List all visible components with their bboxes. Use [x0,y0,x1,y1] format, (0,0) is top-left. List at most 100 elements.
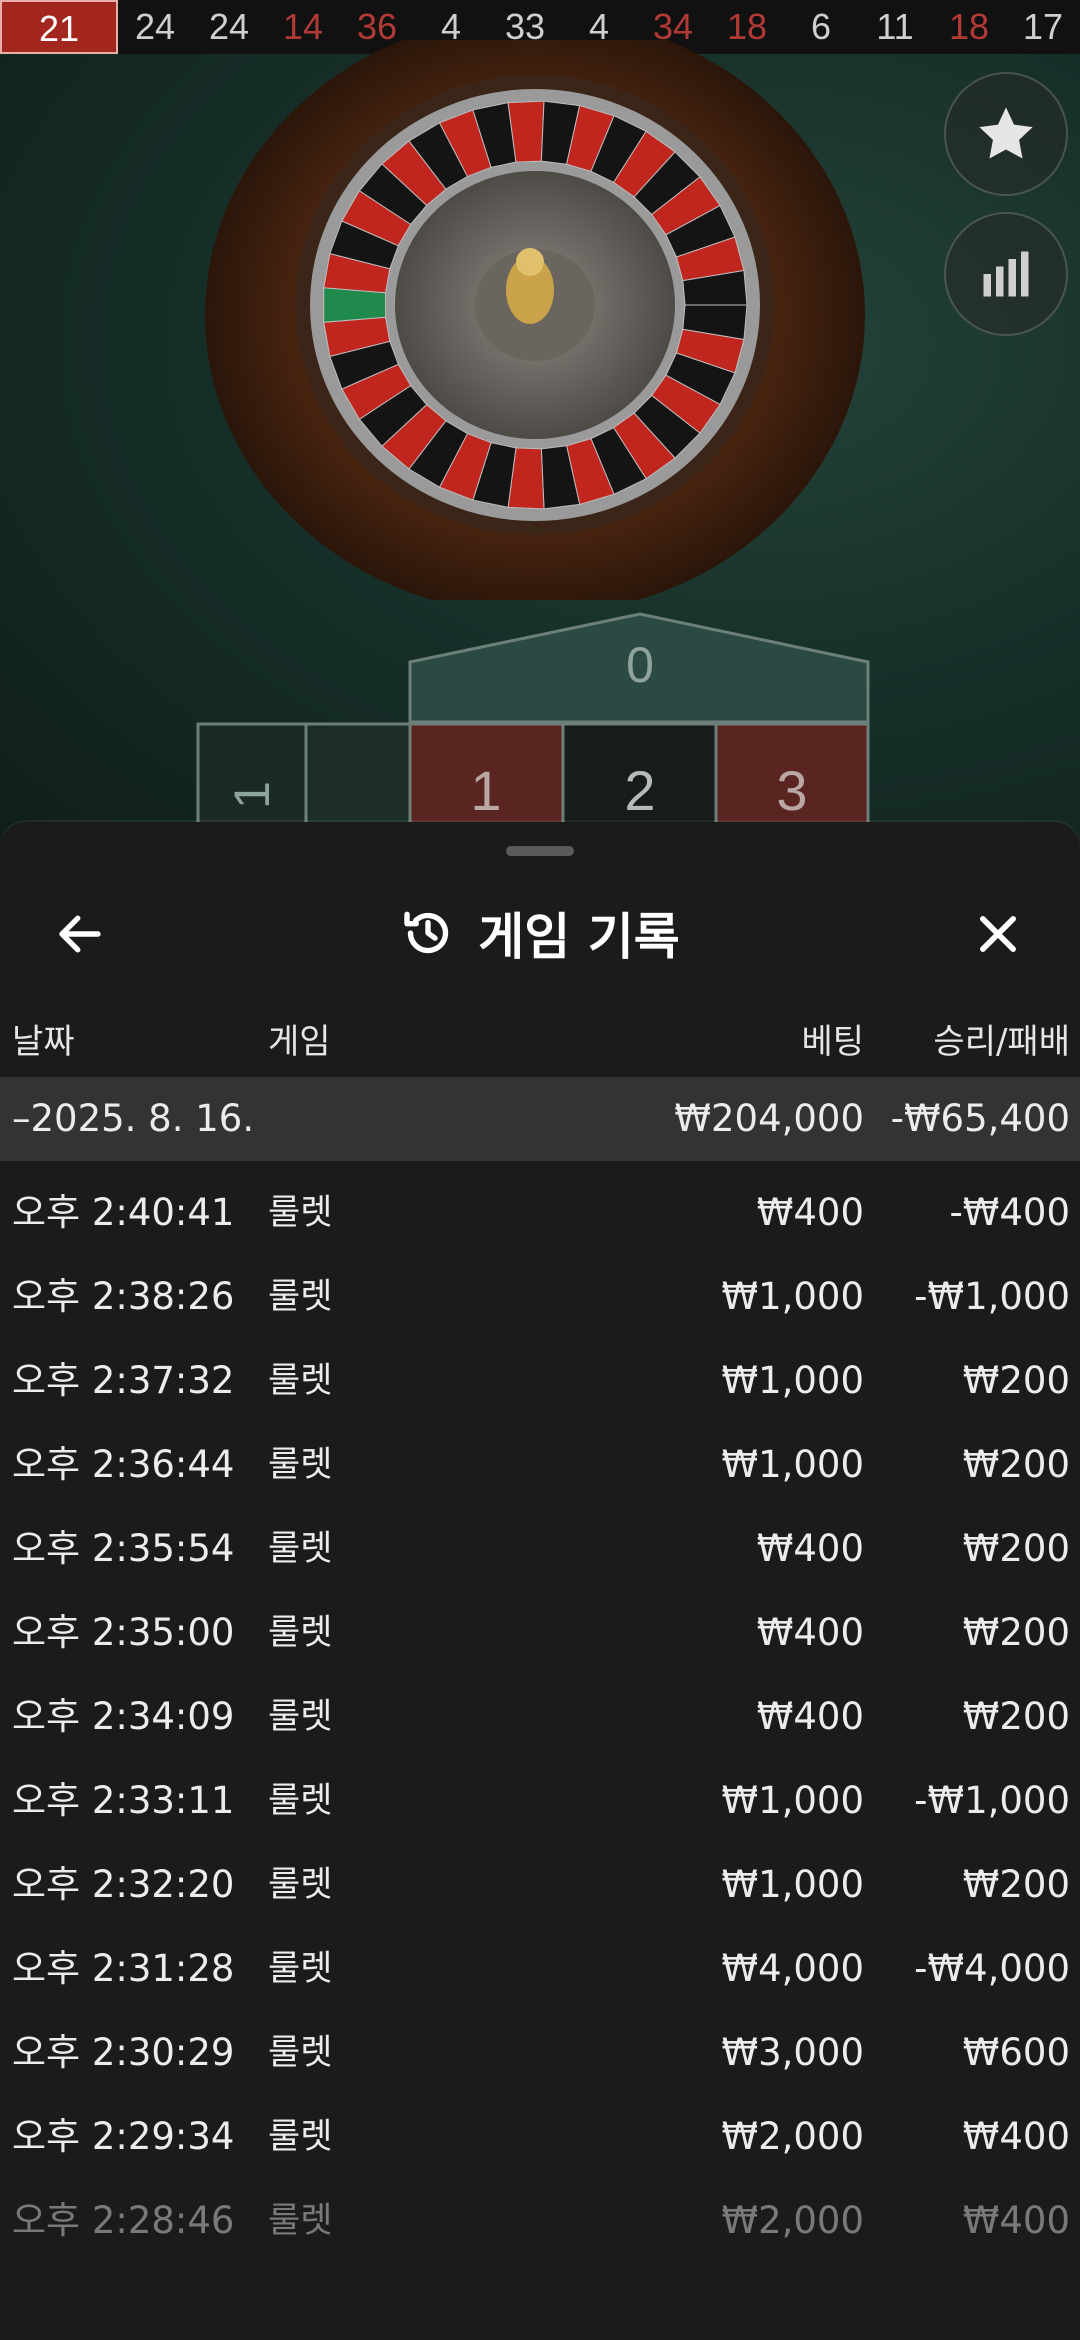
row-time: 오후 2:34:09 [12,1695,235,1738]
history-row[interactable]: 오후 2:35:54 룰렛 ₩400 ₩200 [0,1507,1080,1591]
result-number: 24 [134,6,176,47]
history-list: –2025. 8. 16. ₩204,000 -₩65,400 오후 2:40:… [0,1077,1080,2263]
row-bet: ₩400 [756,1527,864,1570]
row-game: 룰렛 [268,1613,333,1653]
table-cell-3: 3 [776,759,807,822]
table-left-partial: 1 [224,781,280,809]
row-winloss: -₩400 [949,1191,1070,1234]
close-icon [980,916,1016,952]
row-game: 룰렛 [268,1697,333,1737]
row-game: 룰렛 [268,1193,333,1233]
history-row[interactable]: 오후 2:36:44 룰렛 ₩1,000 ₩200 [0,1423,1080,1507]
row-time: 오후 2:30:29 [12,2031,235,2074]
history-table-header: 날짜 게임 베팅 승리/패배 [0,1002,1080,1082]
row-time: 오후 2:40:41 [12,1191,235,1234]
day-summary-row[interactable]: –2025. 8. 16. ₩204,000 -₩65,400 [0,1077,1080,1161]
sheet-title-group: 게임 기록 [0,878,1080,988]
row-bet: ₩4,000 [721,1947,864,1990]
sheet-drag-handle[interactable] [506,846,574,856]
row-game: 룰렛 [268,2033,333,2073]
result-number: 17 [1022,6,1064,47]
history-row[interactable]: 오후 2:38:26 룰렛 ₩1,000 -₩1,000 [0,1255,1080,1339]
close-button[interactable] [962,898,1034,970]
table-cell-2: 2 [624,759,655,822]
history-icon [404,911,449,954]
row-time: 오후 2:37:32 [12,1359,235,1402]
row-winloss: ₩400 [962,2115,1070,2158]
table-cell-1: 1 [470,759,501,822]
row-bet: ₩3,000 [721,2031,864,2074]
roulette-wheel [205,40,865,600]
history-row[interactable]: 오후 2:40:41 룰렛 ₩400 -₩400 [0,1171,1080,1255]
column-header-game: 게임 [268,1022,331,1062]
row-bet: ₩2,000 [721,2115,864,2158]
row-game: 룰렛 [268,1529,333,1569]
history-row[interactable]: 오후 2:33:11 룰렛 ₩1,000 -₩1,000 [0,1759,1080,1843]
row-time: 오후 2:32:20 [12,1863,235,1906]
row-winloss: ₩600 [962,2031,1070,2074]
row-winloss: ₩200 [962,1611,1070,1654]
history-row[interactable]: 오후 2:31:28 룰렛 ₩4,000 -₩4,000 [0,1927,1080,2011]
column-header-bet: 베팅 [801,1022,864,1062]
day-total-winloss: -₩65,400 [890,1097,1070,1140]
live-game-view: 21 24 24 14 36 4 33 4 34 18 6 11 18 17 0… [0,0,1080,860]
history-row[interactable]: 오후 2:29:34 룰렛 ₩2,000 ₩400 [0,2095,1080,2179]
wheel-pocket [323,287,387,323]
row-time: 오후 2:35:54 [12,1527,235,1570]
row-game: 룰렛 [268,1445,333,1485]
row-bet: ₩400 [756,1611,864,1654]
row-winloss: ₩200 [962,1443,1070,1486]
row-time: 오후 2:29:34 [12,2115,235,2158]
row-bet: ₩400 [756,1695,864,1738]
row-bet: ₩1,000 [721,1779,864,1822]
latest-result: 21 [0,0,118,54]
table-zero: 0 [626,637,654,693]
row-bet: ₩1,000 [721,1443,864,1486]
game-history-sheet: 게임 기록 날짜 게임 베팅 승리/패배 –2025. 8. 16. ₩204,… [0,822,1080,2340]
row-winloss: ₩200 [962,1527,1070,1570]
row-game: 룰렛 [268,1949,333,1989]
day-total-bet: ₩204,000 [674,1097,864,1140]
history-row[interactable]: 오후 2:28:46 룰렛 ₩2,000 ₩400 [0,2179,1080,2263]
row-bet: ₩1,000 [721,1863,864,1906]
row-bet: ₩1,000 [721,1275,864,1318]
row-winloss: ₩400 [962,2199,1070,2242]
back-button[interactable] [44,898,116,970]
row-game: 룰렛 [268,1781,333,1821]
row-winloss: -₩4,000 [914,1947,1070,1990]
history-row[interactable]: 오후 2:30:29 룰렛 ₩3,000 ₩600 [0,2011,1080,2095]
row-game: 룰렛 [268,1361,333,1401]
row-time: 오후 2:38:26 [12,1275,235,1318]
row-winloss: ₩200 [962,1695,1070,1738]
row-time: 오후 2:28:46 [12,2199,235,2242]
result-number: 18 [948,6,990,47]
day-date: –2025. 8. 16. [12,1097,255,1140]
history-row[interactable]: 오후 2:37:32 룰렛 ₩1,000 ₩200 [0,1339,1080,1423]
row-winloss: ₩200 [962,1359,1070,1402]
row-winloss: ₩200 [962,1863,1070,1906]
row-game: 룰렛 [268,2201,333,2241]
statistics-button[interactable] [944,212,1068,336]
row-bet: ₩400 [756,1191,864,1234]
history-row[interactable]: 오후 2:34:09 룰렛 ₩400 ₩200 [0,1675,1080,1759]
arrow-left-icon [59,915,101,953]
history-row[interactable]: 오후 2:35:00 룰렛 ₩400 ₩200 [0,1591,1080,1675]
sheet-title: 게임 기록 [478,908,680,966]
sheet-header: 게임 기록 [0,878,1080,988]
history-row[interactable]: 오후 2:32:20 룰렛 ₩1,000 ₩200 [0,1843,1080,1927]
row-game: 룰렛 [268,1277,333,1317]
row-game: 룰렛 [268,2117,333,2157]
row-bet: ₩1,000 [721,1359,864,1402]
row-time: 오후 2:35:00 [12,1611,235,1654]
favorite-button[interactable] [944,72,1068,196]
betting-table: 0 1 1 2 3 [196,612,870,856]
row-time: 오후 2:31:28 [12,1947,235,1990]
row-winloss: -₩1,000 [914,1275,1070,1318]
column-header-winloss: 승리/패배 [933,1022,1070,1062]
row-time: 오후 2:33:11 [12,1779,235,1822]
row-time: 오후 2:36:44 [12,1443,235,1486]
row-winloss: -₩1,000 [914,1779,1070,1822]
row-game: 룰렛 [268,1865,333,1905]
column-header-date: 날짜 [12,1022,75,1062]
star-icon [979,107,1033,159]
